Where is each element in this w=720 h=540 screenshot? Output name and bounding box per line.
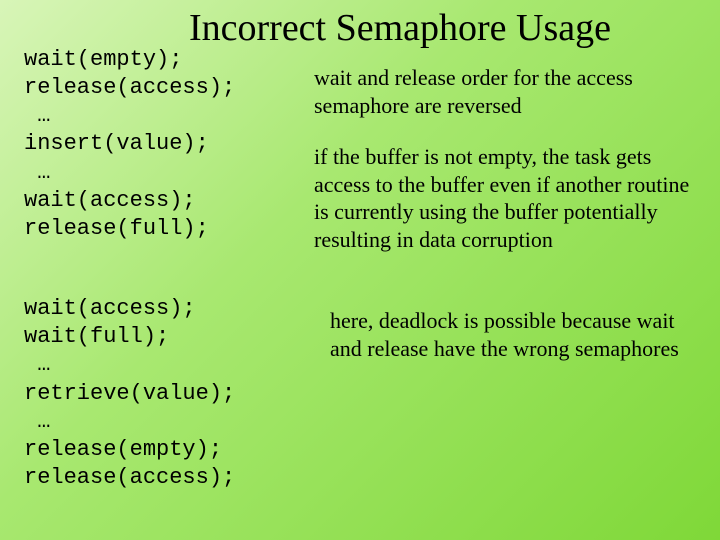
code-block-1: wait(empty); release(access); … insert(v… [24, 46, 304, 243]
code-block-2: wait(access); wait(full); … retrieve(val… [24, 295, 304, 492]
page-title: Incorrect Semaphore Usage [0, 0, 720, 50]
explanation-1: wait and release order for the access se… [314, 64, 700, 119]
explanation-2: if the buffer is not empty, the task get… [314, 143, 700, 253]
code-column: wait(empty); release(access); … insert(v… [24, 46, 304, 492]
explanation-3: here, deadlock is possible because wait … [314, 307, 700, 362]
explanation-column: wait and release order for the access se… [304, 46, 700, 492]
content-area: wait(empty); release(access); … insert(v… [0, 46, 720, 492]
